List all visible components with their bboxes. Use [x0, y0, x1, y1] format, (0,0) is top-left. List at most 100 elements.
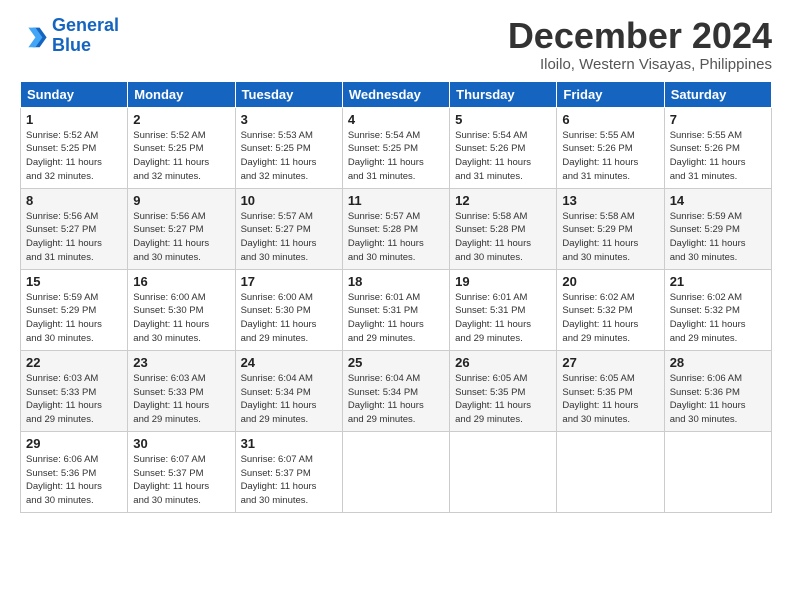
calendar-cell: 16 Sunrise: 6:00 AM Sunset: 5:30 PM Dayli… [128, 269, 235, 350]
day-info: Sunrise: 5:58 AM Sunset: 5:29 PM Dayligh… [562, 210, 658, 265]
day-info: Sunrise: 6:04 AM Sunset: 5:34 PM Dayligh… [348, 372, 444, 427]
calendar-cell: 1 Sunrise: 5:52 AM Sunset: 5:25 PM Daylig… [21, 107, 128, 188]
day-number: 23 [133, 355, 229, 370]
page: General Blue December 2024 Iloilo, Weste… [0, 0, 792, 612]
day-info: Sunrise: 5:54 AM Sunset: 5:25 PM Dayligh… [348, 129, 444, 184]
day-info: Sunrise: 6:05 AM Sunset: 5:35 PM Dayligh… [562, 372, 658, 427]
day-number: 6 [562, 112, 658, 127]
day-number: 16 [133, 274, 229, 289]
calendar-cell: 4Sunrise: 5:54 AM Sunset: 5:25 PM Daylig… [342, 107, 449, 188]
day-number: 24 [241, 355, 337, 370]
calendar-cell: 13 Sunrise: 5:58 AM Sunset: 5:29 PM Dayli… [557, 188, 664, 269]
calendar-cell: 24Sunrise: 6:04 AM Sunset: 5:34 PM Dayli… [235, 350, 342, 431]
day-number: 10 [241, 193, 337, 208]
day-header-saturday: Saturday [664, 81, 771, 107]
day-number: 20 [562, 274, 658, 289]
day-header-thursday: Thursday [450, 81, 557, 107]
calendar-cell: 17Sunrise: 6:00 AM Sunset: 5:30 PM Dayli… [235, 269, 342, 350]
day-number: 28 [670, 355, 766, 370]
month-title: December 2024 [508, 16, 772, 56]
logo-icon [20, 22, 48, 50]
day-info: Sunrise: 5:54 AM Sunset: 5:26 PM Dayligh… [455, 129, 551, 184]
day-info: Sunrise: 6:03 AM Sunset: 5:33 PM Dayligh… [26, 372, 122, 427]
calendar-cell: 18 Sunrise: 6:01 AM Sunset: 5:31 PM Dayli… [342, 269, 449, 350]
day-number: 5 [455, 112, 551, 127]
day-info: Sunrise: 6:01 AM Sunset: 5:31 PM Dayligh… [348, 291, 444, 346]
day-number: 11 [348, 193, 444, 208]
calendar-cell: 5 Sunrise: 5:54 AM Sunset: 5:26 PM Daylig… [450, 107, 557, 188]
day-number: 30 [133, 436, 229, 451]
calendar-week-row: 15 Sunrise: 5:59 AM Sunset: 5:29 PM Dayli… [21, 269, 772, 350]
calendar-cell: 28Sunrise: 6:06 AM Sunset: 5:36 PM Dayli… [664, 350, 771, 431]
day-info: Sunrise: 5:52 AM Sunset: 5:25 PM Dayligh… [26, 129, 122, 184]
calendar-cell: 2 Sunrise: 5:52 AM Sunset: 5:25 PM Daylig… [128, 107, 235, 188]
day-number: 3 [241, 112, 337, 127]
calendar-cell: 22 Sunrise: 6:03 AM Sunset: 5:33 PM Dayli… [21, 350, 128, 431]
day-number: 1 [26, 112, 122, 127]
day-info: Sunrise: 5:59 AM Sunset: 5:29 PM Dayligh… [26, 291, 122, 346]
day-info: Sunrise: 5:59 AM Sunset: 5:29 PM Dayligh… [670, 210, 766, 265]
day-info: Sunrise: 5:56 AM Sunset: 5:27 PM Dayligh… [133, 210, 229, 265]
day-info: Sunrise: 5:58 AM Sunset: 5:28 PM Dayligh… [455, 210, 551, 265]
calendar-cell: 9 Sunrise: 5:56 AM Sunset: 5:27 PM Daylig… [128, 188, 235, 269]
calendar-week-row: 1 Sunrise: 5:52 AM Sunset: 5:25 PM Daylig… [21, 107, 772, 188]
day-number: 21 [670, 274, 766, 289]
day-info: Sunrise: 5:53 AM Sunset: 5:25 PM Dayligh… [241, 129, 337, 184]
calendar-cell: 14 Sunrise: 5:59 AM Sunset: 5:29 PM Dayli… [664, 188, 771, 269]
day-number: 15 [26, 274, 122, 289]
day-number: 12 [455, 193, 551, 208]
calendar-cell [664, 431, 771, 512]
calendar-cell: 21Sunrise: 6:02 AM Sunset: 5:32 PM Dayli… [664, 269, 771, 350]
day-number: 14 [670, 193, 766, 208]
day-number: 26 [455, 355, 551, 370]
logo-text: General Blue [52, 16, 119, 56]
calendar-week-row: 22 Sunrise: 6:03 AM Sunset: 5:33 PM Dayli… [21, 350, 772, 431]
day-info: Sunrise: 6:00 AM Sunset: 5:30 PM Dayligh… [133, 291, 229, 346]
day-number: 8 [26, 193, 122, 208]
day-number: 31 [241, 436, 337, 451]
day-info: Sunrise: 6:01 AM Sunset: 5:31 PM Dayligh… [455, 291, 551, 346]
calendar-cell: 23Sunrise: 6:03 AM Sunset: 5:33 PM Dayli… [128, 350, 235, 431]
day-info: Sunrise: 5:57 AM Sunset: 5:27 PM Dayligh… [241, 210, 337, 265]
day-info: Sunrise: 5:55 AM Sunset: 5:26 PM Dayligh… [670, 129, 766, 184]
calendar-cell: 11 Sunrise: 5:57 AM Sunset: 5:28 PM Dayli… [342, 188, 449, 269]
calendar-cell: 20 Sunrise: 6:02 AM Sunset: 5:32 PM Dayli… [557, 269, 664, 350]
day-number: 25 [348, 355, 444, 370]
calendar-cell: 7 Sunrise: 5:55 AM Sunset: 5:26 PM Daylig… [664, 107, 771, 188]
calendar-table: SundayMondayTuesdayWednesdayThursdayFrid… [20, 81, 772, 513]
day-header-tuesday: Tuesday [235, 81, 342, 107]
calendar-cell: 25 Sunrise: 6:04 AM Sunset: 5:34 PM Dayli… [342, 350, 449, 431]
day-number: 2 [133, 112, 229, 127]
calendar-cell [557, 431, 664, 512]
day-info: Sunrise: 5:56 AM Sunset: 5:27 PM Dayligh… [26, 210, 122, 265]
logo: General Blue [20, 16, 119, 56]
calendar-header-row: SundayMondayTuesdayWednesdayThursdayFrid… [21, 81, 772, 107]
day-number: 13 [562, 193, 658, 208]
calendar-cell: 31 Sunrise: 6:07 AM Sunset: 5:37 PM Dayli… [235, 431, 342, 512]
day-number: 22 [26, 355, 122, 370]
day-number: 17 [241, 274, 337, 289]
day-number: 19 [455, 274, 551, 289]
calendar-cell: 10 Sunrise: 5:57 AM Sunset: 5:27 PM Dayli… [235, 188, 342, 269]
calendar-cell: 3 Sunrise: 5:53 AM Sunset: 5:25 PM Daylig… [235, 107, 342, 188]
calendar-cell: 26Sunrise: 6:05 AM Sunset: 5:35 PM Dayli… [450, 350, 557, 431]
day-info: Sunrise: 6:07 AM Sunset: 5:37 PM Dayligh… [133, 453, 229, 508]
day-number: 27 [562, 355, 658, 370]
logo-line2: Blue [52, 35, 91, 55]
day-number: 29 [26, 436, 122, 451]
calendar-cell: 29Sunrise: 6:06 AM Sunset: 5:36 PM Dayli… [21, 431, 128, 512]
day-info: Sunrise: 5:57 AM Sunset: 5:28 PM Dayligh… [348, 210, 444, 265]
day-header-monday: Monday [128, 81, 235, 107]
day-header-sunday: Sunday [21, 81, 128, 107]
day-info: Sunrise: 6:07 AM Sunset: 5:37 PM Dayligh… [241, 453, 337, 508]
calendar-cell: 12 Sunrise: 5:58 AM Sunset: 5:28 PM Dayli… [450, 188, 557, 269]
subtitle: Iloilo, Western Visayas, Philippines [508, 56, 772, 73]
calendar-cell: 6Sunrise: 5:55 AM Sunset: 5:26 PM Daylig… [557, 107, 664, 188]
day-number: 18 [348, 274, 444, 289]
day-number: 9 [133, 193, 229, 208]
calendar-cell [342, 431, 449, 512]
day-info: Sunrise: 6:02 AM Sunset: 5:32 PM Dayligh… [562, 291, 658, 346]
day-info: Sunrise: 5:52 AM Sunset: 5:25 PM Dayligh… [133, 129, 229, 184]
day-number: 7 [670, 112, 766, 127]
calendar-cell: 19 Sunrise: 6:01 AM Sunset: 5:31 PM Dayli… [450, 269, 557, 350]
